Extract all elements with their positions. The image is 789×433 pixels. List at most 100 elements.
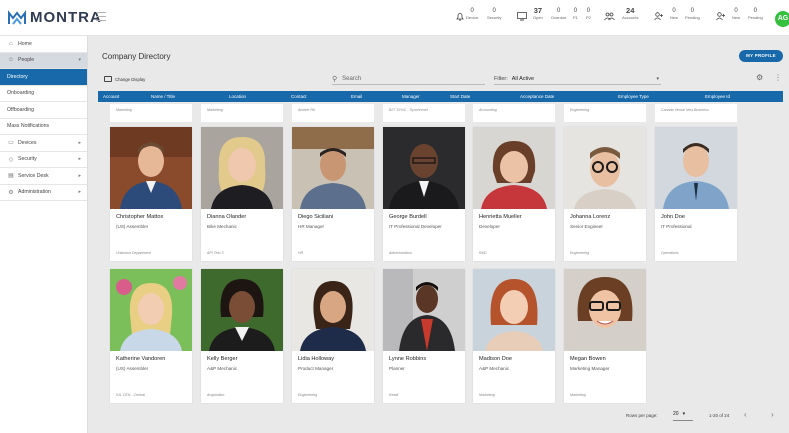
filter-select[interactable]: Filter: All Active ▾	[494, 74, 661, 85]
person-photo	[201, 269, 283, 351]
offboard-pending[interactable]: 0 Pending	[748, 7, 763, 21]
accounts-count[interactable]: 24 Accounts	[622, 7, 638, 21]
column-name-title[interactable]: Name / Title	[151, 94, 175, 99]
person-name: Diego Siciliani	[298, 214, 334, 220]
column-manager[interactable]: Manager	[402, 94, 420, 99]
column-location[interactable]: Location	[229, 94, 246, 99]
my-profile-button[interactable]: MY PROFILE	[739, 50, 783, 62]
tickets-p1[interactable]: 0 P1	[573, 7, 578, 21]
onboard-pending[interactable]: 0 Pending	[685, 7, 700, 21]
gear-icon[interactable]: ⚙	[756, 73, 763, 82]
sidebar-item-devices[interactable]: ▭ Devices ▸	[0, 135, 87, 152]
partial-card-dept: B27 SYNC - Synchronet	[389, 108, 428, 112]
tickets-p2[interactable]: 0 P2	[586, 7, 591, 21]
partial-card-dept: Marketing	[116, 108, 132, 112]
onboard-pending-count: 0	[690, 8, 695, 14]
person-card[interactable]: George Burdell IT Professional Developer…	[383, 127, 465, 261]
search-input[interactable]: ⚲ Search	[332, 74, 485, 85]
app-logo[interactable]: MONTRA	[8, 9, 102, 26]
column-account[interactable]: Account	[103, 94, 119, 99]
overdue-label: Overdue	[551, 15, 567, 20]
partial-card: Ambler PA	[292, 104, 374, 122]
person-card[interactable]: Lidia Holloway Product Manager Engineeri…	[292, 269, 374, 403]
sidebar-item-service-desk[interactable]: ▤ Service Desk ▸	[0, 168, 87, 185]
person-card[interactable]: John Doe IT Professional Operations	[655, 127, 737, 261]
person-photo	[383, 269, 465, 351]
sidebar-item-directory[interactable]: Directory	[0, 69, 87, 86]
security-alerts[interactable]: 0 Security	[487, 7, 501, 21]
sidebar-item-security[interactable]: ◇ Security ▸	[0, 152, 87, 168]
person-card[interactable]: Diego Siciliani HR Manager HR	[292, 127, 374, 261]
display-icon	[104, 76, 112, 82]
column-contact[interactable]: Contact	[291, 94, 307, 99]
sidebar-item-offboarding[interactable]: Offboarding	[0, 102, 87, 119]
sidebar-item-people[interactable]: ☺ People ▾	[0, 52, 87, 69]
more-options-icon[interactable]: ⋮	[774, 73, 782, 82]
admin-icon: ⚙	[8, 189, 14, 196]
person-card[interactable]: Dianna Olander Bike Mechanic API Test 3	[201, 127, 283, 261]
chevron-right-icon: ▸	[78, 172, 81, 179]
partial-card: Accounting	[473, 104, 555, 122]
partial-card-dept: Accounting	[479, 108, 497, 112]
previous-page-icon[interactable]: ‹	[744, 410, 747, 419]
sidebar-item-home[interactable]: ⌂ Home	[0, 36, 87, 53]
rows-per-page-select[interactable]: 20 ▾	[673, 411, 693, 421]
offboard-pending-label: Pending	[748, 15, 763, 20]
user-remove-icon[interactable]	[716, 12, 726, 21]
person-card[interactable]: Kelly Berger A&P Mechanic Acquisition	[201, 269, 283, 403]
tickets-overdue[interactable]: 0 Overdue	[551, 7, 566, 21]
person-department: Marketing	[479, 393, 495, 397]
app-name: MONTRA	[30, 9, 102, 26]
person-card[interactable]: Johanna Lorenz Senior Engineer Engineeri…	[564, 127, 646, 261]
home-icon: ⌂	[9, 40, 13, 47]
sidebar-item-administration[interactable]: ⚙ Administration ▸	[0, 185, 87, 201]
users-icon[interactable]	[604, 12, 615, 21]
person-department: Retail	[389, 393, 399, 397]
next-page-icon[interactable]: ›	[771, 410, 774, 419]
person-card[interactable]: Christopher Mattox (US) Assembler Unknow…	[110, 127, 192, 261]
user-add-icon[interactable]	[654, 12, 664, 21]
user-avatar[interactable]: AG	[775, 11, 789, 27]
column-employee-type[interactable]: Employee Type	[618, 94, 649, 99]
person-card[interactable]: Madison Doe A&P Mechanic Marketing	[473, 269, 555, 403]
person-photo	[110, 269, 192, 351]
person-photo	[564, 127, 646, 209]
person-name: Lynne Robbins	[389, 356, 427, 362]
person-department: Marketing	[570, 393, 586, 397]
change-display-button[interactable]: Change Display	[104, 76, 145, 82]
column-start-date[interactable]: Start Date	[450, 94, 470, 99]
person-name: Johanna Lorenz	[570, 214, 611, 220]
onboard-pending-label: Pending	[685, 15, 700, 20]
column-acceptance-date[interactable]: Acceptance Date	[520, 94, 554, 99]
sidebar-item-mass-notifications[interactable]: Mass Notifications	[0, 119, 87, 135]
hamburger-menu-icon[interactable]	[96, 12, 106, 21]
person-department: 011 CEN - Central	[116, 393, 146, 397]
person-card[interactable]: Megan Bowen Marketing Manager Marketing	[564, 269, 646, 403]
person-photo	[655, 127, 737, 209]
person-name: Madison Doe	[479, 356, 512, 362]
tickets-open[interactable]: 37 Open	[533, 7, 543, 21]
monitor-icon[interactable]	[517, 12, 527, 21]
person-name: Katherine Vandoren	[116, 356, 166, 362]
sidebar-item-onboarding[interactable]: Onboarding	[0, 86, 87, 102]
person-title: Developer	[479, 224, 500, 229]
column-employee-id[interactable]: Employee Id	[705, 94, 730, 99]
partial-card: Canada Venue New Business	[655, 104, 737, 122]
security-label: Security	[487, 15, 502, 20]
offboard-new[interactable]: 0 New	[732, 7, 740, 21]
column-email[interactable]: Email	[351, 94, 362, 99]
person-title: (US) Assembler	[116, 224, 149, 229]
person-card[interactable]: Lynne Robbins Planner Retail	[383, 269, 465, 403]
sidebar-item-label: Mass Notifications	[7, 123, 50, 130]
person-card[interactable]: Katherine Vandoren (US) Assembler 011 CE…	[110, 269, 192, 403]
person-card[interactable]: Henrietta Mueller Developer R&D	[473, 127, 555, 261]
bell-icon[interactable]	[456, 12, 464, 21]
person-name: Lidia Holloway	[298, 356, 335, 362]
onboard-new[interactable]: 0 New	[670, 7, 678, 21]
partial-card: Marketing	[201, 104, 283, 122]
p2-label: P2	[586, 15, 591, 20]
device-alerts[interactable]: 0 Device	[466, 7, 478, 21]
chevron-down-icon: ▾	[682, 411, 686, 417]
person-photo	[383, 127, 465, 209]
person-photo	[473, 127, 555, 209]
